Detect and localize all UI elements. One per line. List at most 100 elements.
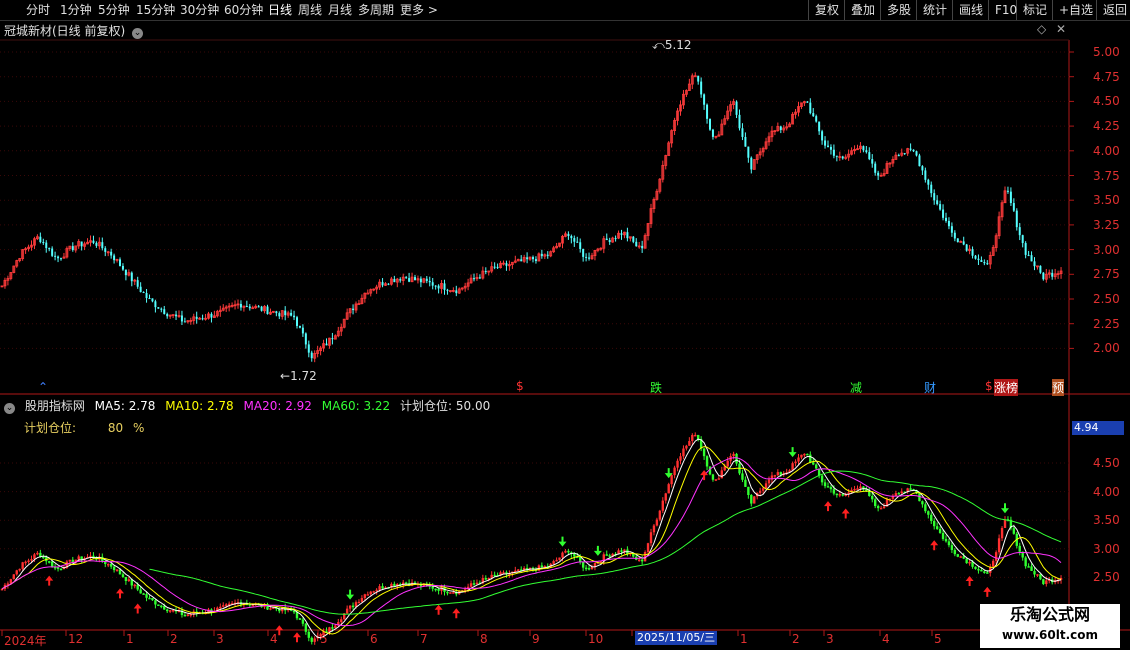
candle-body — [56, 567, 60, 569]
candle-body — [304, 333, 307, 345]
toolbar-button[interactable]: 复权 — [808, 0, 844, 20]
indicator-name[interactable]: 股朋指标网 — [25, 399, 85, 413]
candle-body — [567, 233, 570, 237]
candle-body — [700, 81, 703, 95]
candle-body — [941, 532, 945, 540]
title-dropdown-icon[interactable]: ⌄ — [132, 28, 144, 39]
candle-body — [950, 226, 953, 233]
period-tab[interactable]: 60分钟 — [224, 2, 263, 18]
plan-position-box: 计划仓位: 80 % — [24, 419, 144, 436]
candle-body — [918, 493, 921, 502]
period-tab[interactable]: 周线 — [298, 2, 322, 18]
candle-body — [15, 570, 18, 575]
candle-body — [248, 306, 251, 309]
candle-body — [186, 614, 190, 616]
event-marker[interactable]: ⌃ — [38, 380, 48, 394]
event-marker[interactable]: $ — [985, 379, 993, 393]
candle-body — [166, 609, 169, 612]
toolbar-button[interactable]: 标记 — [1016, 0, 1052, 20]
candle-body — [352, 308, 355, 311]
period-tab[interactable]: 5分钟 — [98, 2, 130, 18]
candle-body — [706, 104, 709, 119]
candle-body — [664, 493, 667, 501]
toolbar-button[interactable]: 返回 — [1096, 0, 1130, 20]
candle-body — [139, 589, 142, 594]
event-marker[interactable]: $ — [516, 379, 524, 393]
y-tick-label: 3.00 — [1093, 541, 1120, 556]
candle-body — [1030, 255, 1033, 262]
toolbar-button[interactable]: F10 — [988, 0, 1017, 20]
candle-body — [434, 285, 437, 287]
candle-body — [27, 560, 30, 563]
toolbar-button[interactable]: 叠加 — [844, 0, 880, 20]
candle-body — [983, 261, 986, 264]
candle-body — [838, 494, 841, 496]
y-tick-label: 4.00 — [1093, 484, 1120, 499]
candle-body — [1039, 574, 1042, 580]
period-tab[interactable]: 日线 — [268, 2, 292, 18]
candle-body — [697, 434, 700, 440]
candle-body — [1039, 265, 1042, 273]
candle-body — [104, 248, 107, 252]
period-tab[interactable]: 分时 — [26, 2, 50, 18]
candle-body — [638, 559, 641, 562]
toolbar-button[interactable]: 画线 — [952, 0, 988, 20]
candle-body — [245, 306, 248, 308]
candle-body — [33, 554, 36, 560]
candle-body — [381, 586, 384, 589]
x-tick-label: 5 — [934, 632, 942, 646]
toolbar-button[interactable]: 统计 — [916, 0, 952, 20]
candle-body — [419, 278, 422, 283]
period-tab[interactable]: 1分钟 — [60, 2, 92, 18]
y-tick-label: 4.50 — [1093, 456, 1120, 470]
event-marker[interactable]: 涨榜 — [994, 379, 1019, 396]
candle-body — [555, 559, 558, 562]
y-tick-label: 3.00 — [1093, 242, 1120, 257]
x-tick-label: 8 — [480, 632, 488, 646]
candle-body — [414, 277, 416, 280]
stock-chart[interactable] — [0, 0, 1130, 650]
event-marker[interactable]: 财 — [924, 379, 936, 396]
event-marker[interactable]: 跌 — [650, 379, 662, 396]
period-tab[interactable]: 更多 > — [400, 2, 438, 18]
event-marker[interactable]: 预 — [1052, 379, 1065, 396]
y-tick-label: 2.50 — [1093, 292, 1120, 306]
candle-body — [741, 473, 744, 480]
buy-arrow — [824, 501, 832, 512]
toolbar-button[interactable]: 多股 — [880, 0, 916, 20]
period-tab[interactable]: 15分钟 — [136, 2, 175, 18]
cursor-date-tag: 2025/11/05/三 — [635, 631, 718, 645]
candle-body — [296, 317, 298, 326]
expand-icon[interactable]: ◇ — [1037, 22, 1046, 36]
candle-body — [685, 445, 688, 449]
event-marker[interactable]: 减 — [850, 379, 862, 396]
candle-body — [51, 248, 54, 256]
candle-body — [815, 464, 818, 469]
period-tab[interactable]: 月线 — [328, 2, 352, 18]
candle-body — [992, 560, 995, 567]
candle-body — [570, 236, 573, 239]
candle-body — [977, 258, 980, 261]
candle-body — [1006, 190, 1009, 192]
indicator-dropdown-icon[interactable]: ⌄ — [4, 403, 15, 414]
candle-body — [157, 307, 160, 309]
candle-body — [136, 280, 139, 287]
candle-body — [953, 549, 957, 555]
candle-body — [95, 242, 98, 246]
candle-body — [1027, 254, 1030, 256]
close-panel-icon[interactable]: ✕ — [1056, 22, 1066, 36]
period-tab[interactable]: 多周期 — [358, 2, 394, 18]
candle-body — [809, 102, 812, 114]
candle-body — [59, 568, 63, 571]
candle-body — [505, 263, 508, 266]
candle-body — [646, 543, 650, 553]
candle-body — [697, 75, 700, 82]
candle-body — [1009, 191, 1012, 204]
candle-body — [1042, 272, 1045, 280]
candle-body — [974, 566, 977, 569]
candle-body — [446, 289, 449, 291]
indicator-header: ⌄ 股朋指标网 MA5: 2.78 MA10: 2.78 MA20: 2.92 … — [4, 397, 496, 414]
toolbar-button[interactable]: +自选 — [1052, 0, 1096, 20]
candle-body — [879, 507, 883, 510]
period-tab[interactable]: 30分钟 — [180, 2, 219, 18]
